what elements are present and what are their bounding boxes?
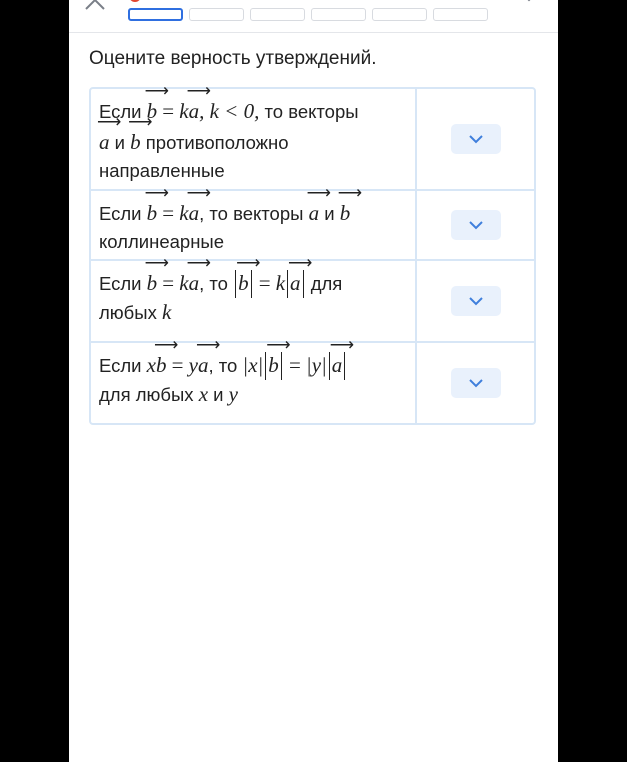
word-if: Если — [99, 203, 142, 224]
vector-b: ⟶ b — [153, 335, 179, 377]
answer-dropdown[interactable] — [450, 286, 501, 316]
vector-a: ⟶ a — [329, 335, 355, 377]
word-if: Если — [99, 355, 142, 376]
word-and: и — [114, 132, 125, 153]
vector-a: ⟶ a — [306, 183, 331, 225]
vector-a: ⟶ a — [97, 112, 122, 154]
word-opposite: противоположно — [145, 132, 289, 153]
equals-sign: = — [162, 99, 175, 123]
answer-dropdown[interactable] — [450, 368, 501, 398]
chevron-down-icon[interactable] — [518, 0, 540, 8]
vector-b: ⟶ b — [144, 183, 170, 225]
vector-b: ⟶ b — [144, 253, 170, 295]
notification-badge — [129, 0, 141, 2]
vector-a: ⟶ a — [195, 335, 221, 377]
step-5[interactable] — [372, 8, 427, 21]
answer-dropdown[interactable] — [450, 124, 501, 154]
chevron-down-icon — [468, 379, 483, 388]
answer-dropdown[interactable] — [450, 210, 501, 240]
word-for: для — [310, 273, 343, 294]
scalar-k: k — [179, 201, 189, 225]
variable-y: y — [228, 382, 238, 406]
chevron-down-icon — [468, 221, 483, 230]
statement-row: Если ⟶ b = k ⟶ a, то ⟶ b = k ⟶ a для любых k — [91, 253, 534, 341]
step-2[interactable] — [189, 8, 244, 21]
word-collinear: коллинеарные — [99, 231, 224, 252]
chevron-down-icon — [468, 135, 483, 144]
word-any: любых — [99, 302, 157, 323]
word-if: Если — [99, 273, 142, 294]
equals-sign: = — [288, 353, 301, 377]
scalar-y: y — [188, 353, 198, 377]
word-then: , то — [208, 355, 238, 376]
close-icon[interactable] — [83, 0, 107, 12]
statement-text: Если ⟶ b = k ⟶ a, k < 0, то векторы ⟶ a и ⟶ b… — [91, 81, 417, 189]
answer-cell — [417, 261, 534, 341]
word-then: то векторы — [264, 101, 359, 122]
word-directed: направленные — [99, 160, 225, 181]
statement-text: Если ⟶ b = k ⟶ a, то векторы ⟶ a и ⟶ b коллин… — [91, 183, 417, 259]
vector-a: ⟶ a — [288, 253, 313, 295]
vector-a: ⟶ a — [186, 81, 211, 123]
scalar-x: x — [146, 353, 156, 377]
statement-row: Если x ⟶ b = y ⟶ a, то |x| ⟶ b = |y| ⟶ a для люб… — [91, 335, 534, 423]
abs-x: |x| — [242, 353, 264, 377]
condition: , k < 0, — [199, 99, 260, 123]
chevron-down-icon — [468, 297, 483, 306]
statement-text: Если x ⟶ b = y ⟶ a, то |x| ⟶ b = |y| ⟶ a для люб… — [91, 335, 417, 423]
vector-b: ⟶ b — [266, 335, 291, 377]
statements-table: Если ⟶ b = k ⟶ a, k < 0, то векторы ⟶ a и ⟶ b… — [89, 81, 536, 425]
scalar-k: k — [275, 271, 286, 295]
equals-sign: = — [171, 353, 184, 377]
question-prompt: Оцените верность утверждений. — [89, 48, 377, 69]
vector-b: ⟶ b — [236, 253, 261, 295]
answer-cell — [417, 343, 534, 423]
variable-k: k — [161, 300, 172, 324]
answer-cell — [417, 89, 534, 189]
equals-sign: = — [258, 271, 271, 295]
vector-a: ⟶ a — [186, 183, 211, 225]
vector-a: ⟶ a — [186, 253, 211, 295]
equals-sign: = — [162, 271, 175, 295]
answer-cell — [417, 191, 534, 259]
step-3[interactable] — [250, 8, 305, 21]
equals-sign: = — [162, 201, 175, 225]
progress-steps — [128, 8, 488, 21]
quiz-page: Оцените верность утверждений. Если ⟶ b = … — [69, 0, 558, 762]
scalar-k: k — [179, 99, 189, 123]
statement-text: Если ⟶ b = k ⟶ a, то ⟶ b = k ⟶ a для любых k — [91, 253, 417, 341]
step-6[interactable] — [433, 8, 488, 21]
word-then: , то векторы — [199, 203, 304, 224]
vector-b: ⟶ b — [337, 183, 363, 225]
vector-b: ⟶ b — [128, 112, 153, 154]
variable-x: x — [198, 382, 209, 406]
scalar-k: k — [179, 271, 189, 295]
phrase-for-any: для любых — [99, 384, 194, 405]
step-4[interactable] — [311, 8, 366, 21]
word-then: , то — [199, 273, 228, 294]
word-and: и — [324, 203, 335, 224]
step-1[interactable] — [128, 8, 183, 21]
abs-y: |y| — [305, 353, 327, 377]
statement-row: Если ⟶ b = k ⟶ a, то векторы ⟶ a и ⟶ b коллин… — [91, 183, 534, 259]
statement-row: Если ⟶ b = k ⟶ a, k < 0, то векторы ⟶ a и ⟶ b… — [91, 81, 534, 189]
top-bar — [69, 0, 558, 33]
word-and: и — [213, 384, 224, 405]
